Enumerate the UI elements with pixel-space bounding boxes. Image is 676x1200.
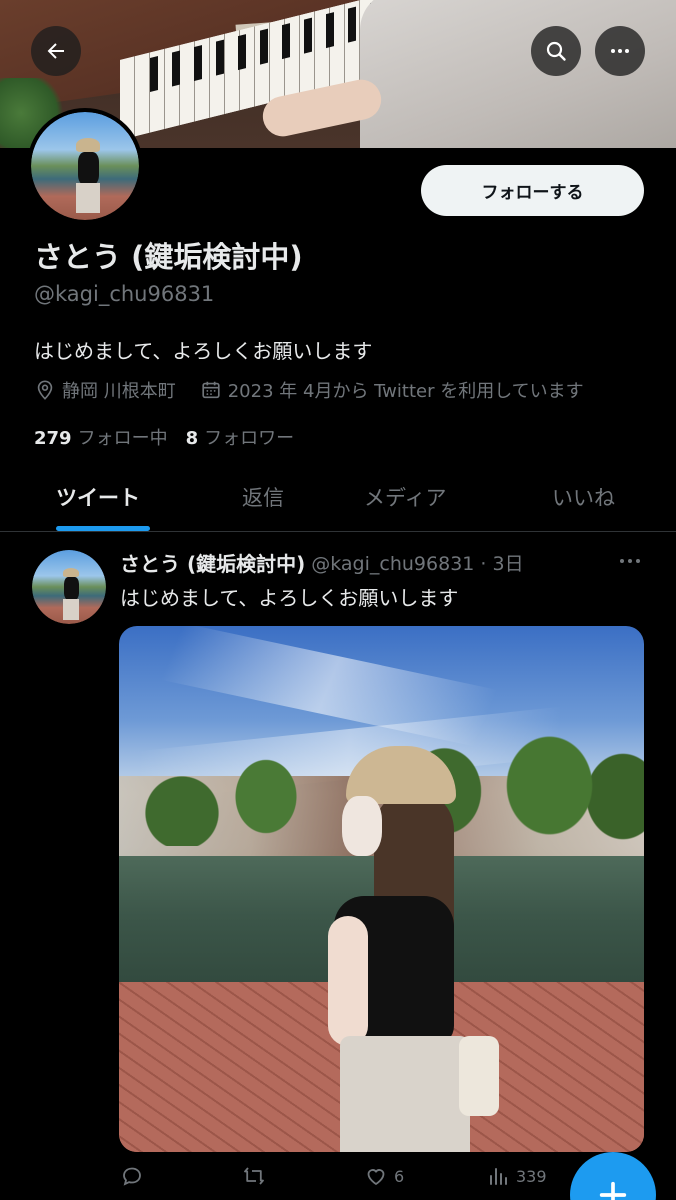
views-button[interactable]: 339 xyxy=(486,1164,547,1188)
search-button[interactable] xyxy=(531,26,581,76)
more-horizontal-icon xyxy=(611,49,629,53)
followers-count: 8 xyxy=(185,428,199,449)
profile-handle: @kagi_chu96831 xyxy=(34,282,215,306)
avatar-image xyxy=(31,112,139,220)
following-label: フォロー中 xyxy=(77,428,168,449)
tab-replies[interactable]: 返信 xyxy=(242,482,284,512)
heart-icon xyxy=(367,1169,385,1186)
tweet-header: さとう (鍵垢検討中) @kagi_chu96831 · 3日 xyxy=(120,548,524,577)
profile-bio: はじめまして、よろしくお願いします xyxy=(34,339,373,363)
more-button[interactable] xyxy=(595,26,645,76)
tweet-text: はじめまして、よろしくお願いします xyxy=(120,586,459,610)
views-count: 339 xyxy=(516,1166,547,1186)
arrow-left-icon xyxy=(47,43,64,59)
tab-tweets[interactable]: ツイート xyxy=(56,482,140,512)
calendar-icon xyxy=(202,381,220,399)
tweet-handle-time: @kagi_chu96831 · 3日 xyxy=(311,553,524,575)
tweet-photo[interactable] xyxy=(119,626,644,1152)
tweet-author-name[interactable]: さとう (鍵垢検討中) xyxy=(120,548,305,577)
profile-meta: 静岡 川根本町 2023 年 4月から Twitter を利用しています xyxy=(34,377,584,403)
following-count: 279 xyxy=(34,428,72,449)
profile-tabs: ツイート 返信 メディア いいね xyxy=(0,462,676,532)
views-icon xyxy=(490,1168,507,1185)
tweet-avatar[interactable] xyxy=(32,550,106,624)
reply-icon xyxy=(123,1167,141,1186)
like-count: 6 xyxy=(394,1166,405,1186)
profile-joined: 2023 年 4月から Twitter を利用しています xyxy=(227,381,584,402)
plus-icon xyxy=(599,1181,627,1200)
profile-location: 静岡 川根本町 xyxy=(62,381,176,402)
following-link[interactable]: 279 フォロー中 xyxy=(34,424,168,450)
location-icon xyxy=(37,380,53,400)
tweet-avatar-image xyxy=(32,550,106,624)
back-button[interactable] xyxy=(31,26,81,76)
retweet-button[interactable] xyxy=(242,1164,272,1188)
retweet-icon xyxy=(244,1167,264,1185)
search-icon xyxy=(546,41,566,61)
profile-avatar[interactable] xyxy=(27,108,143,224)
tab-likes[interactable]: いいね xyxy=(552,482,615,512)
reply-button[interactable] xyxy=(120,1164,150,1188)
tweet-more-icon[interactable] xyxy=(618,556,642,566)
followers-link[interactable]: 8 フォロワー xyxy=(186,424,295,450)
follow-button[interactable]: フォローする xyxy=(421,165,644,216)
like-button[interactable]: 6 xyxy=(364,1164,404,1188)
tab-media[interactable]: メディア xyxy=(364,482,447,512)
followers-label: フォロワー xyxy=(204,428,295,449)
active-tab-indicator xyxy=(56,526,150,531)
profile-stats: 279 フォロー中 8 フォロワー xyxy=(34,424,294,450)
profile-name: さとう (鍵垢検討中) xyxy=(34,240,303,274)
